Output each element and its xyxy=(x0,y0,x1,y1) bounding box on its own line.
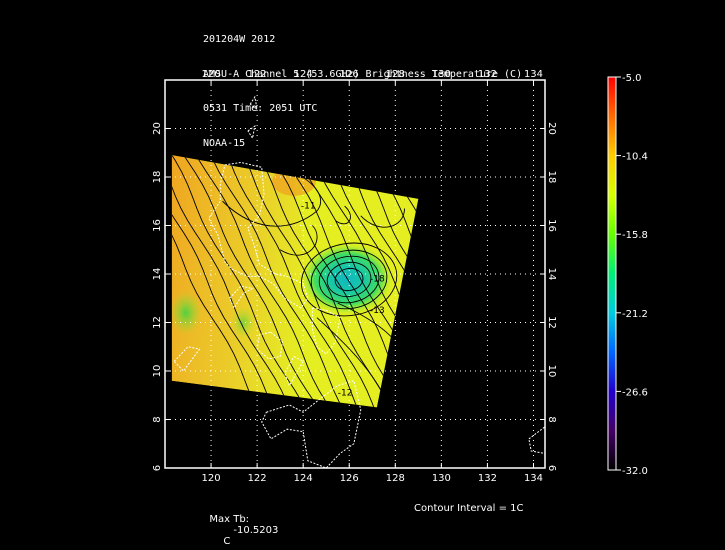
tick-label-top-120: 120 xyxy=(202,69,221,80)
tick-label-right-10: 10 xyxy=(546,365,557,378)
tick-label-bottom-130: 130 xyxy=(432,473,451,484)
contour-interval: Contour Interval = 1C xyxy=(414,503,524,514)
tick-label-right-8: 8 xyxy=(546,416,557,422)
tick-label-bottom-128: 128 xyxy=(386,473,405,484)
tick-label-bottom-134: 134 xyxy=(524,473,543,484)
tick-label-top-134: 134 xyxy=(524,69,543,80)
contour-label-2: -12 xyxy=(338,388,353,398)
green-patch xyxy=(171,290,202,335)
contour-line xyxy=(464,148,606,415)
tick-label-left-12: 12 xyxy=(152,316,163,329)
max-tb-readout: Max Tb: -10.5203 C xyxy=(203,503,278,547)
tick-label-top-124: 124 xyxy=(294,69,313,80)
contour-label-1: -13 xyxy=(370,306,385,316)
tick-label-left-18: 18 xyxy=(152,171,163,184)
contour-label-3: -11 xyxy=(301,202,316,212)
colorbar-tick-label-3: -21.2 xyxy=(622,309,648,320)
tick-label-top-126: 126 xyxy=(340,69,359,80)
max-tb-unit: C xyxy=(223,536,231,547)
tick-label-right-16: 16 xyxy=(546,219,557,232)
contour-line xyxy=(438,148,579,415)
contour-label-0: -18 xyxy=(370,274,385,284)
tick-label-right-18: 18 xyxy=(546,171,557,184)
tick-label-bottom-126: 126 xyxy=(340,473,359,484)
tick-label-top-122: 122 xyxy=(248,69,267,80)
tick-label-right-14: 14 xyxy=(546,268,557,281)
tick-label-left-20: 20 xyxy=(152,122,163,135)
contour-line xyxy=(410,155,419,408)
colorbar-tick-label-0: -5.0 xyxy=(622,73,642,84)
colorbar-tick-label-2: -15.8 xyxy=(622,230,648,241)
coastline-7 xyxy=(249,95,258,111)
contour-line xyxy=(450,148,594,415)
tick-label-top-128: 128 xyxy=(386,69,405,80)
contour-line xyxy=(394,155,419,408)
coastline-9 xyxy=(528,426,545,454)
colorbar-ramp xyxy=(607,76,617,471)
tick-label-top-130: 130 xyxy=(432,69,451,80)
max-tb-value: -10.5203 xyxy=(233,525,279,536)
colorbar-tick-label-1: -10.4 xyxy=(622,152,648,163)
tick-label-bottom-120: 120 xyxy=(202,473,221,484)
tick-label-left-16: 16 xyxy=(152,219,163,232)
tick-label-bottom-132: 132 xyxy=(478,473,497,484)
tick-label-bottom-122: 122 xyxy=(248,473,267,484)
max-tb-label: Max Tb: xyxy=(209,514,250,525)
tick-label-right-12: 12 xyxy=(546,316,557,329)
tick-label-left-8: 8 xyxy=(152,416,163,422)
contour-line xyxy=(426,148,563,415)
tick-label-top-132: 132 xyxy=(478,69,497,80)
tick-label-left-6: 6 xyxy=(152,465,163,471)
tick-label-bottom-124: 124 xyxy=(294,473,313,484)
brightness-temperature-map: -18-13-12-11-11 120120122122124124126126… xyxy=(152,69,648,484)
colorbar-tick-label-4: -26.6 xyxy=(622,387,648,398)
tick-label-left-14: 14 xyxy=(152,268,163,281)
contour-label-4: -11 xyxy=(409,345,424,355)
green-patch-2 xyxy=(231,306,256,339)
tick-label-left-10: 10 xyxy=(152,365,163,378)
colorbar-tick-label-5: -32.0 xyxy=(622,466,648,477)
colorbar: -5.0 -10.4 -15.8 -21.2 -26.6 -32.0 xyxy=(607,73,648,477)
tick-label-right-20: 20 xyxy=(546,122,557,135)
tick-label-right-6: 6 xyxy=(546,465,557,471)
coastline-8 xyxy=(247,124,256,140)
